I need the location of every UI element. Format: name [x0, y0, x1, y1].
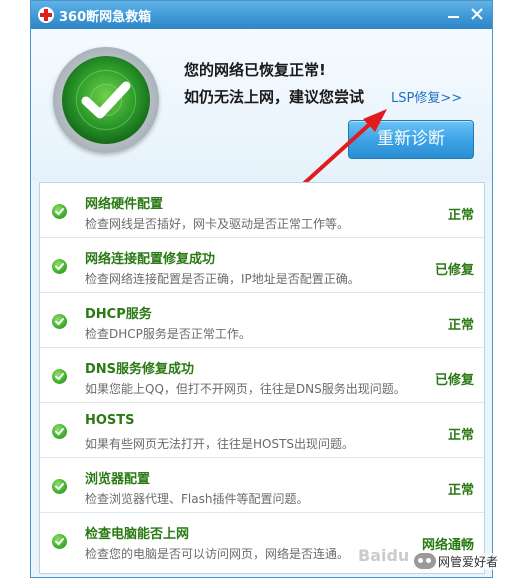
status-headline: 您的网络已恢复正常! — [184, 61, 326, 79]
result-description: 检查浏览器代理、Flash插件等配置问题。 — [85, 492, 309, 506]
result-status: 网络通畅 — [421, 538, 474, 553]
result-description: 检查网线是否插好，网卡及驱动是否正常工作等。 — [85, 217, 350, 231]
minimize-icon[interactable] — [442, 4, 464, 24]
result-row-connection: 网络连接配置修复成功 检查网络连接配置是否正确，IP地址是否配置正确。 已修复 — [40, 238, 484, 293]
ok-check-icon — [52, 534, 67, 549]
ok-check-icon — [52, 479, 67, 494]
result-status: 正常 — [447, 208, 474, 223]
status-header: 您的网络已恢复正常! 如仍无法上网，建议您尝试 LSP修复>> 重新诊断 — [31, 29, 492, 181]
result-title: 网络硬件配置 — [85, 197, 164, 212]
result-row-browser: 浏览器配置 检查浏览器代理、Flash插件等配置问题。 正常 — [40, 458, 484, 513]
suggestion-text: 如仍无法上网，建议您尝试 — [184, 88, 365, 106]
result-status: 已修复 — [434, 263, 474, 278]
check-orb-icon — [53, 47, 159, 153]
wechat-icon — [414, 553, 436, 569]
ok-check-icon — [52, 204, 67, 219]
ok-check-icon — [52, 259, 67, 274]
result-description: 检查您的电脑是否可以访问网页，网络是否连通。 — [85, 547, 350, 561]
result-title: DHCP服务 — [85, 307, 152, 322]
close-icon[interactable] — [466, 4, 488, 24]
result-description: 检查网络连接配置是否正确，IP地址是否配置正确。 — [85, 272, 360, 286]
diagnosis-results-list: 网络硬件配置 检查网线是否插好，网卡及驱动是否正常工作等。 正常 网络连接配置修… — [39, 182, 485, 574]
result-row-dns: DNS服务修复成功 如果您能上QQ，但打不开网页，往往是DNS服务出现问题。 已… — [40, 348, 484, 403]
rediagnose-button[interactable]: 重新诊断 — [348, 120, 474, 159]
result-row-dhcp: DHCP服务 检查DHCP服务是否正常工作。 正常 — [40, 293, 484, 348]
result-description: 如果您能上QQ，但打不开网页，往往是DNS服务出现问题。 — [85, 382, 406, 396]
result-title: 网络连接配置修复成功 — [85, 252, 216, 267]
result-title: 检查电脑能否上网 — [85, 527, 190, 542]
result-status: 正常 — [447, 483, 474, 498]
result-title: DNS服务修复成功 — [85, 362, 195, 377]
result-row-hardware: 网络硬件配置 检查网线是否插好，网卡及驱动是否正常工作等。 正常 — [40, 183, 484, 238]
result-status: 正常 — [447, 318, 474, 333]
baidu-watermark: Baidu — [358, 546, 410, 565]
ok-check-icon — [52, 369, 67, 384]
result-title: HOSTS — [85, 413, 135, 428]
app-logo-icon — [38, 7, 54, 23]
result-row-hosts: HOSTS 如果有些网页无法打开，往往是HOSTS出现问题。 正常 — [40, 403, 484, 458]
result-description: 如果有些网页无法打开，往往是HOSTS出现问题。 — [85, 437, 355, 451]
wechat-account-label: 网管爱好者 — [438, 553, 499, 570]
result-status: 正常 — [447, 428, 474, 443]
lsp-repair-link[interactable]: LSP修复>> — [391, 86, 462, 106]
ok-check-icon — [52, 424, 67, 439]
result-description: 检查DHCP服务是否正常工作。 — [85, 327, 251, 341]
result-status: 已修复 — [434, 373, 474, 388]
diagnosis-window: 360断网急救箱 您的网络已恢复正常! 如仍无法上网，建议您尝试 LSP修复>>… — [30, 0, 493, 578]
result-title: 浏览器配置 — [85, 472, 151, 487]
window-title: 360断网急救箱 — [59, 10, 152, 25]
ok-check-icon — [52, 314, 67, 329]
title-bar[interactable]: 360断网急救箱 — [31, 1, 492, 29]
